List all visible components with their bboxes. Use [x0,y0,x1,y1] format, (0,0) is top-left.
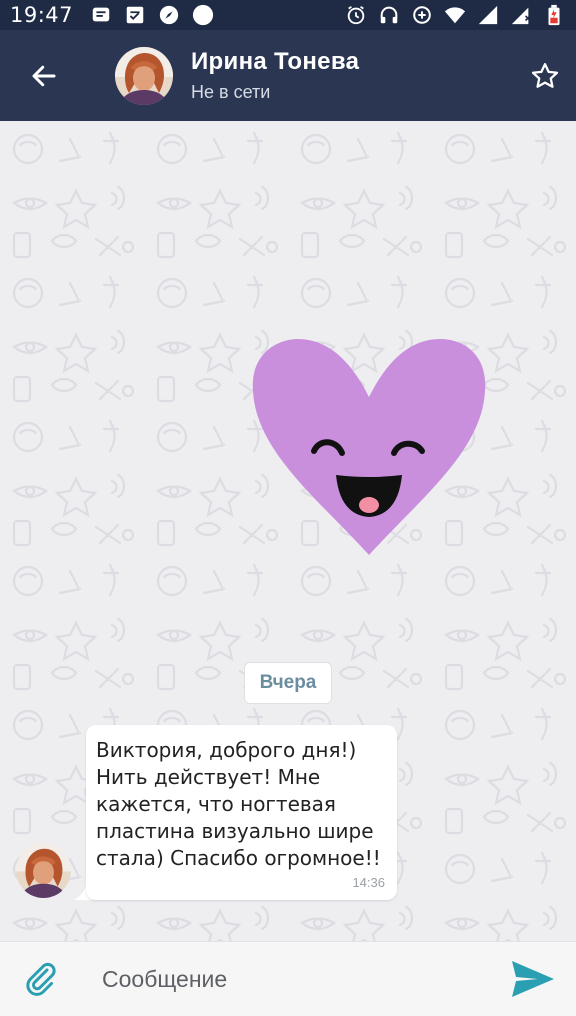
arrow-back-icon [32,65,56,86]
back-button[interactable] [12,44,76,108]
wifi-icon [443,3,467,27]
signal-icon [476,3,500,27]
status-right-icons [344,3,566,27]
sender-avatar[interactable] [16,843,71,898]
date-separator: Вчера [244,662,332,704]
compass-icon [157,3,181,27]
attach-button[interactable] [16,954,66,1004]
heart-sticker[interactable] [248,339,490,555]
send-button[interactable] [504,954,562,1004]
message-time: 14:36 [352,875,385,890]
contact-info[interactable]: Ирина Тонева Не в сети [191,48,359,103]
signal-alt-icon [509,3,533,27]
data-saver-icon [410,3,434,27]
heart-shape [252,339,486,555]
checklist-icon [123,3,147,27]
status-left-icons [89,3,215,27]
message-composer [0,941,576,1016]
battery-icon [542,3,566,27]
message-text: Виктория, доброго дня!) Нить действует! … [96,738,381,870]
paperclip-icon [26,962,56,996]
message-input[interactable] [102,965,504,993]
alarm-icon [344,3,368,27]
favorite-button[interactable] [528,59,562,93]
chat-area[interactable]: Вчера Виктория, доброго дня!) Нить дейст… [0,121,576,941]
contact-name: Ирина Тонева [191,48,360,75]
status-time: 19:47 [10,3,74,27]
star-icon [531,62,559,88]
status-bar: 19:47 [0,0,576,30]
contact-avatar[interactable] [115,46,173,105]
incoming-message[interactable]: Виктория, доброго дня!) Нить действует! … [86,725,397,900]
chat-header: Ирина Тонева Не в сети [0,30,576,121]
contact-status: Не в сети [191,82,271,102]
smile-tongue [359,497,379,513]
circle-icon [191,3,215,27]
message-icon [89,3,113,27]
headset-icon [377,3,401,27]
send-icon [512,961,554,997]
